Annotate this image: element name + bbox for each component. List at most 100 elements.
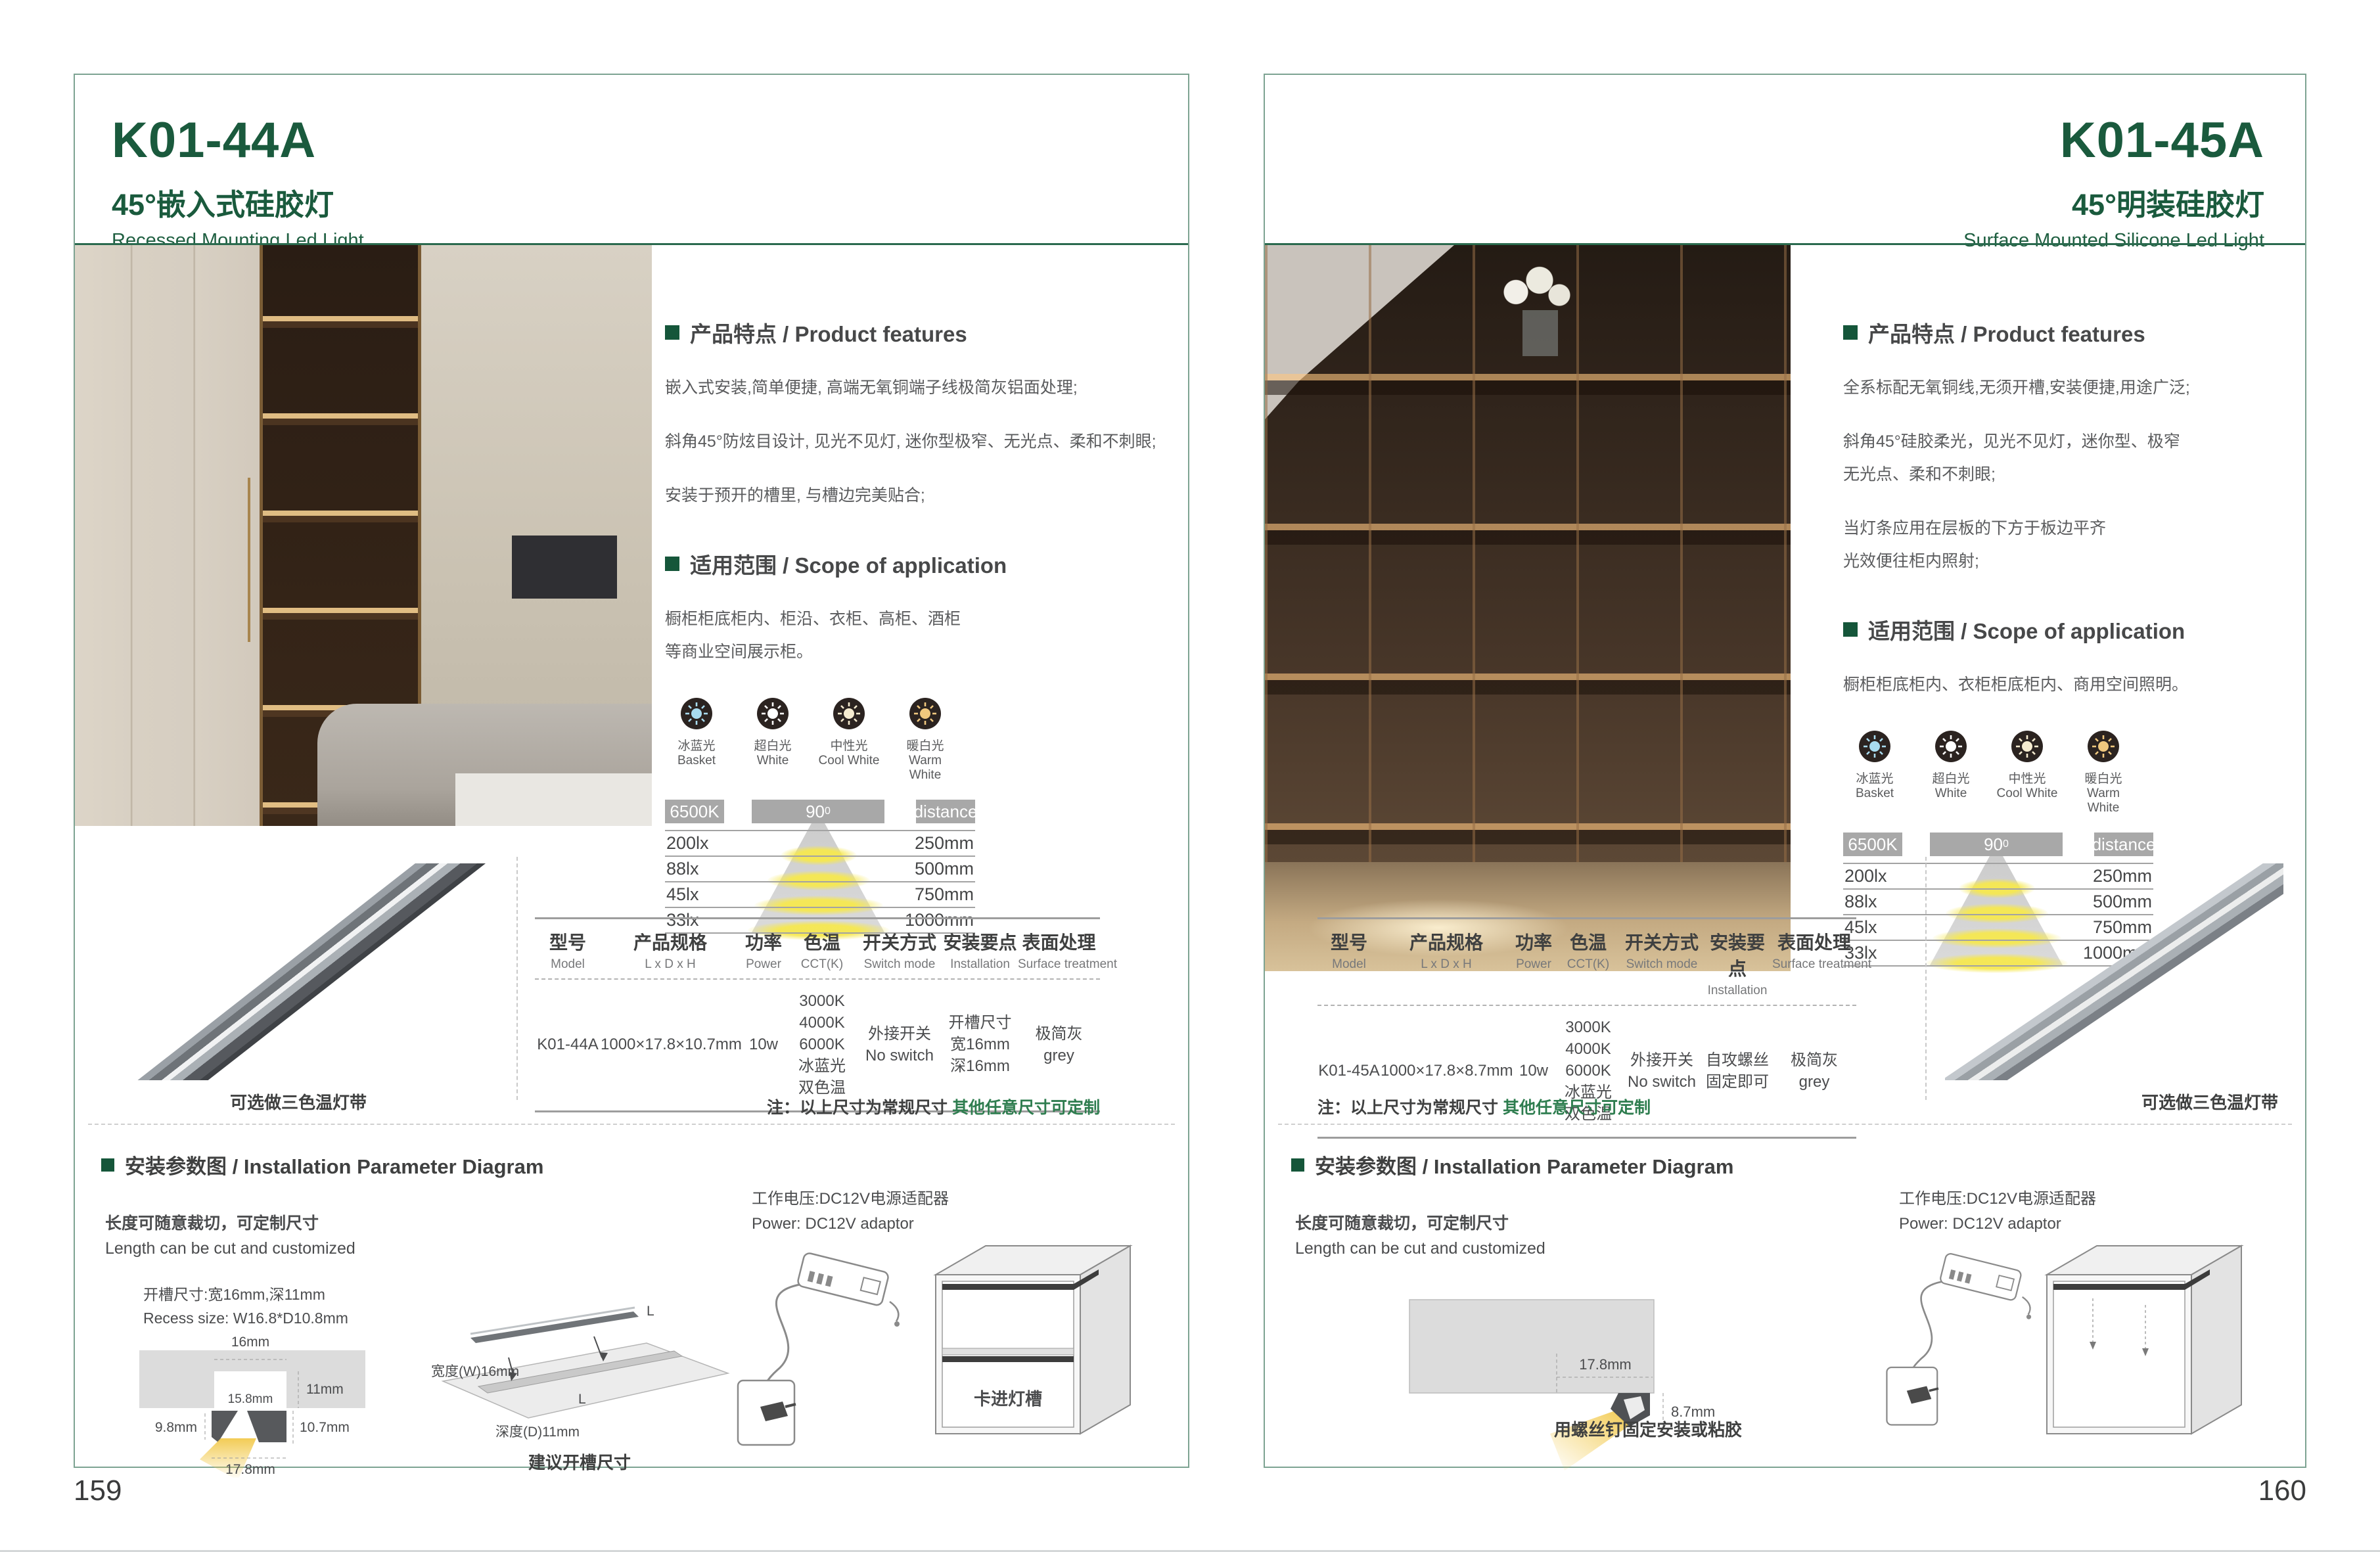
install-section-heading: 安装参数图 / Installation Parameter Diagram xyxy=(101,1150,543,1179)
light-color-icons: 冰蓝光 Basket 超白光 White 中性光 Cool White xyxy=(665,698,1172,783)
cct-bar: 6500K xyxy=(1843,833,1902,856)
tv-screen xyxy=(512,536,617,599)
groove-length-label: L xyxy=(578,1392,586,1407)
cell-install: 开槽尺寸宽16mm深16mm xyxy=(942,990,1018,1099)
dim-15-8mm: 15.8mm xyxy=(228,1392,273,1406)
row-line xyxy=(665,830,975,831)
feature-line: 无光点、柔和不刺眼; xyxy=(1843,461,2278,485)
col-header: 表面处理Surface treatment xyxy=(1018,928,1100,972)
spec-table-row: K01-44A 1000×17.8×10.7mm 10w 3000K4000K6… xyxy=(535,980,1100,1110)
catalog-page-159: K01-44A 45°嵌入式硅胶灯 Recessed Mounting Led … xyxy=(74,74,1189,1468)
cabinet-diagram: 卡进灯槽 xyxy=(923,1233,1172,1459)
feature-line: 安装于预开的槽里, 与槽边完美贴合; xyxy=(665,482,1172,506)
feature-line: 当灯条应用在层板的下方于板边平齐 xyxy=(1843,515,2278,539)
col-header: 表面处理Surface treatment xyxy=(1772,928,1856,998)
light-icon-item: 超白光 White xyxy=(741,698,804,783)
row-line xyxy=(665,856,975,857)
col-header: 型号Model xyxy=(1317,928,1381,998)
length-note: 长度可随意裁切，可定制尺寸 Length can be cut and cust… xyxy=(105,1210,355,1258)
cabinet-diagram xyxy=(2034,1233,2283,1459)
col-header: 型号Model xyxy=(535,928,601,972)
features-heading-label: 产品特点 / Product features xyxy=(690,317,967,348)
strip-caption: 可选做三色温灯带 xyxy=(88,1089,509,1114)
scope-heading: 适用范围 / Scope of application xyxy=(1843,614,2278,645)
light-color-icons: 冰蓝光 Basket 超白光 White 中性光 Cool White xyxy=(1843,731,2278,815)
dim-17-8mm: 17.8mm xyxy=(1579,1356,1631,1373)
dim-11mm: 11mm xyxy=(306,1382,344,1397)
spec-table-header: 型号Model 产品规格L x D x H 功率Power 色温CCT(K) 开… xyxy=(535,919,1100,980)
cct-bar: 6500K xyxy=(665,800,724,823)
vertical-divider xyxy=(1925,857,1927,1100)
dim-10-7mm: 10.7mm xyxy=(300,1420,350,1435)
green-square-icon xyxy=(101,1158,114,1172)
ice-blue-light-icon xyxy=(681,698,712,729)
page-number-left: 159 xyxy=(74,1474,122,1507)
info-column: 产品特点 / Product features 嵌入式安装,简单便捷, 高端无氧… xyxy=(665,317,1172,932)
light-icon-item: 中性光 Cool White xyxy=(1996,731,2059,815)
cell-switch: 外接开关No switch xyxy=(857,990,942,1099)
profile-strip-figure: 可选做三色温灯带 xyxy=(88,863,509,1114)
adaptor-socket-diagram xyxy=(1873,1241,2037,1442)
green-square-icon xyxy=(1843,325,1858,340)
features-heading: 产品特点 / Product features xyxy=(1843,317,2278,348)
col-header: 色温CCT(K) xyxy=(787,928,857,972)
light-icon-label-en: Basket xyxy=(665,754,728,768)
page-number-right: 160 xyxy=(2258,1474,2306,1507)
white-light-icon xyxy=(1935,731,1967,762)
aluminum-profile xyxy=(1945,863,2283,1080)
light-icon-label-cn: 中性光 xyxy=(817,736,881,754)
col-header: 功率Power xyxy=(1512,928,1555,998)
dim-17-8mm: 17.8mm xyxy=(225,1462,275,1477)
col-header: 产品规格L x D x H xyxy=(1381,928,1512,998)
product-photo-closet xyxy=(1265,245,1791,971)
dim-9-8mm: 9.8mm xyxy=(155,1420,197,1435)
product-name-cn: 45°嵌入式硅胶灯 xyxy=(112,181,364,223)
scope-heading: 适用范围 / Scope of application xyxy=(665,548,1172,580)
features-heading: 产品特点 / Product features xyxy=(665,317,1172,348)
distance-bar: distance xyxy=(2094,833,2153,856)
col-header: 开关方式Switch mode xyxy=(857,928,942,972)
light-spot xyxy=(754,896,883,915)
wardrobe-doors xyxy=(75,245,260,826)
product-name-en: Surface Mounted Silicone Led Light xyxy=(1963,230,2264,252)
groove-caption: 建议开槽尺寸 xyxy=(528,1449,631,1474)
length-note: 长度可随意裁切，可定制尺寸 Length can be cut and cust… xyxy=(1295,1210,1545,1258)
row-line xyxy=(665,907,975,908)
product-name-cn: 45°明装硅胶灯 xyxy=(1963,181,2264,223)
lux-value: 88lx xyxy=(666,859,699,879)
cell-power: 10w xyxy=(740,990,787,1099)
light-icon-label-en: White xyxy=(741,754,804,768)
adaptor-socket-diagram xyxy=(722,1241,906,1461)
light-icon-item: 暖白光 Warm White xyxy=(2072,731,2135,815)
photometric-header-bars: 6500K 900 distance xyxy=(665,800,975,823)
scope-line: 橱柜柜底柜内、柜沿、衣柜、高柜、酒柜 xyxy=(665,606,1172,629)
feature-line: 斜角45°硅胶柔光，见光不见灯，迷你型、极窄 xyxy=(1843,428,2278,452)
surface-mount-diagram: 17.8mm 8.7mm xyxy=(1390,1290,1731,1491)
green-square-icon xyxy=(665,557,679,571)
page-title: K01-44A xyxy=(112,112,364,169)
profile-strip-image xyxy=(88,863,509,1080)
section-divider xyxy=(1278,1124,2292,1125)
beam-angle-sup: 0 xyxy=(825,806,831,817)
light-icon-label-en: Warm White xyxy=(894,754,957,783)
cool-white-light-icon xyxy=(2011,731,2043,762)
light-icon-label-cn: 冰蓝光 xyxy=(665,736,728,754)
dim-16mm: 16mm xyxy=(231,1335,269,1350)
ice-blue-light-icon xyxy=(1859,731,1890,762)
light-icon-item: 暖白光 Warm White xyxy=(894,698,957,783)
power-note: 工作电压:DC12V电源适配器 Power: DC12V adaptor xyxy=(752,1187,949,1237)
light-icon-label-en: Cool White xyxy=(817,754,881,768)
scope-line: 等商业空间展示柜。 xyxy=(665,639,1172,662)
photometric-header-bars: 6500K 900 distance xyxy=(1843,833,2153,856)
spec-table: 型号Model 产品规格L x D x H 功率Power 色温CCT(K) 开… xyxy=(535,917,1100,1112)
distance-value: 250mm xyxy=(915,833,974,854)
cross-section-diagram: 16mm 11mm 15.8mm 9.8mm 10.7mm 17.8mm xyxy=(134,1333,384,1481)
catalog-page-160: K01-45A 45°明装硅胶灯 Surface Mounted Silicon… xyxy=(1264,74,2306,1468)
board-depth-label: 深度(D)11mm xyxy=(495,1425,580,1440)
cell-cct: 3000K4000K6000K冰蓝光双色温 xyxy=(787,990,857,1099)
scope-heading-label: 适用范围 / Scope of application xyxy=(1868,614,2185,645)
profile-strip-image xyxy=(1945,863,2283,1080)
lux-value: 45lx xyxy=(666,884,699,905)
board-width-label: 宽度(W)16mm xyxy=(431,1364,519,1379)
col-header: 功率Power xyxy=(740,928,787,972)
